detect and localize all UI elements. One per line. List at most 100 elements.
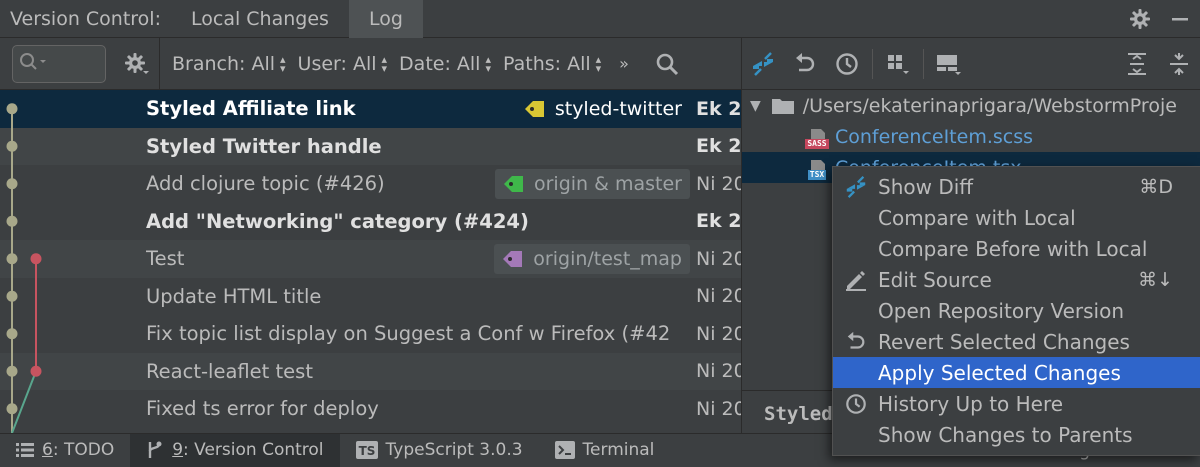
commit-author: Ni 20 [696,322,742,345]
menu-item-edit-source[interactable]: Edit Source ⌘↓ [833,264,1200,295]
commit-author: Ni 20 [696,285,742,308]
branch-label-text: styled-twitter [554,97,682,120]
group-by-icon[interactable] [877,38,919,90]
commit-row[interactable]: Fixed ts error for deploy Ni 20 [0,390,742,428]
search-input[interactable] [12,44,106,83]
tag-icon [502,249,528,269]
terminal-tab[interactable]: Terminal [539,434,671,467]
updown-icon: ▴ ▾ [280,52,286,75]
commit-node [6,140,18,152]
branch-label-text: origin/test_map [533,247,682,270]
todo-icon [16,442,34,458]
file-badge: TSX [807,169,827,180]
menu-item-label: Compare Before with Local [878,236,1148,261]
branch-filter[interactable]: Branch: All ▴ ▾ [172,53,286,75]
graph-merge-line [11,370,37,433]
commit-row[interactable]: Add "Networking" category (#424) Ek 20 [0,203,742,241]
todo-tab[interactable]: 6: TODO [0,434,130,467]
sass-file-icon: SASS [805,125,829,149]
commit-node [6,253,18,265]
version-control-tab-label: : Version Control [183,440,324,460]
menu-item-open-repository-version[interactable]: Open Repository Version [833,295,1200,326]
show-diff-icon [843,171,869,202]
tab-log[interactable]: Log [348,0,423,38]
branch-label: styled-twitter [516,94,690,124]
commit-node [6,290,18,302]
revert-icon[interactable] [784,38,826,90]
user-filter[interactable]: User: All ▴ ▾ [298,53,388,75]
commit-subject: Add clojure topic (#426) [146,172,385,196]
tab-shortcut-number: 6 [42,440,53,460]
more-filters-button[interactable]: » [619,54,629,73]
menu-item-label: History Up to Here [878,391,1064,416]
menu-item-compare-before-with-local[interactable]: Compare Before with Local [833,233,1200,264]
commit-graph [6,103,42,433]
commit-node [6,365,18,377]
branch-label: origin/test_map [494,243,690,274]
commit-row[interactable]: Fix topic list display on Suggest a Conf… [0,315,742,353]
collapse-all-icon[interactable] [1158,38,1200,90]
tsx-file-icon: TSX [805,156,829,180]
menu-item-apply-selected-changes[interactable]: Apply Selected Changes [833,357,1200,388]
toolbar-separator [872,48,873,79]
find-icon[interactable] [647,38,687,90]
layout-icon[interactable] [928,38,970,90]
menu-item-revert-selected-changes[interactable]: Revert Selected Changes [833,326,1200,357]
commit-subject: Fixed ts error for deploy [146,397,379,421]
toolbar-separator [923,48,924,79]
commit-row[interactable]: Update HTML title Ni 20 [0,278,742,316]
tag-icon [524,99,550,119]
commit-row[interactable]: Add clojure topic (#426) origin & master N… [0,165,742,203]
expand-all-icon[interactable] [1116,38,1158,90]
tab-local-changes[interactable]: Local Changes [171,0,349,38]
commit-subject: Styled Twitter handle [146,134,382,158]
changed-file-item[interactable]: SASS ConferenceItem.scss [742,121,1200,152]
commit-row[interactable]: Styled Affiliate link styled-twitter Ek 20 [0,90,742,128]
changes-toolbar [742,38,1200,90]
show-diff-icon[interactable] [742,38,784,90]
menu-item-label: Open Repository Version [878,298,1125,323]
menu-item-compare-with-local[interactable]: Compare with Local [833,202,1200,233]
terminal-tab-label: Terminal [582,440,655,460]
commit-node [6,178,18,190]
version-control-tab[interactable]: 9: Version Control [130,433,340,467]
typescript-tab[interactable]: TS TypeScript 3.0.3 [340,434,539,467]
log-settings-icon[interactable] [114,37,160,90]
history-icon[interactable] [826,38,868,90]
commit-row[interactable]: Test origin/test_map Ni 20 [0,240,742,278]
menu-item-label: Revert Selected Changes [878,329,1130,354]
commit-node [30,253,42,265]
commit-author: Ek 20 [696,97,742,120]
menu-item-show-diff[interactable]: Show Diff ⌘D [833,171,1200,202]
folder-path: /Users/ekaterinaprigara/WebstormProje [802,94,1177,117]
menu-item-label: Edit Source [878,267,992,292]
menu-item-label: Show Changes to Parents [878,422,1133,447]
menu-item-label: Compare with Local [878,205,1076,230]
commit-subject: React-leaflet test [146,359,313,383]
user-filter-label: User: All [297,52,377,75]
commit-row[interactable]: React-leaflet test Ni 20 [0,352,742,390]
revert-icon [843,326,869,357]
commit-subject: Add "Networking" category (#424) [146,209,529,233]
tab-shortcut-number: 9 [172,440,184,460]
minimize-icon[interactable] [1160,0,1200,38]
date-filter[interactable]: Date: All ▴ ▾ [399,53,491,75]
commit-log-table[interactable]: Styled Affiliate link styled-twitter Ek 20… [0,90,742,433]
chevron-down-icon[interactable]: ▼ [750,98,761,114]
commit-subject: Update HTML title [146,284,322,308]
updown-icon: ▴ ▾ [485,52,491,75]
gear-icon[interactable] [1120,0,1160,38]
tree-root-folder[interactable]: ▼ /Users/ekaterinaprigara/WebstormProje [742,90,1200,121]
menu-item-history-up-to-here[interactable]: History Up to Here [833,388,1200,419]
tool-window-title: Version Control: [10,7,161,30]
vcs-icon [146,441,164,459]
paths-filter[interactable]: Paths: All ▴ ▾ [503,53,601,75]
commit-node [30,365,42,377]
commit-author: Ni 20 [696,360,742,383]
commit-subject: Styled Affiliate link [146,97,356,121]
menu-item-show-changes-to-parents[interactable]: Show Changes to Parents [833,419,1200,450]
commit-row[interactable]: Styled Twitter handle Ek 20 [0,127,742,165]
context-menu: Show Diff ⌘D Compare with Local Compare … [832,166,1200,456]
branch-label-text: origin & master [534,172,682,195]
folder-icon [771,96,795,116]
